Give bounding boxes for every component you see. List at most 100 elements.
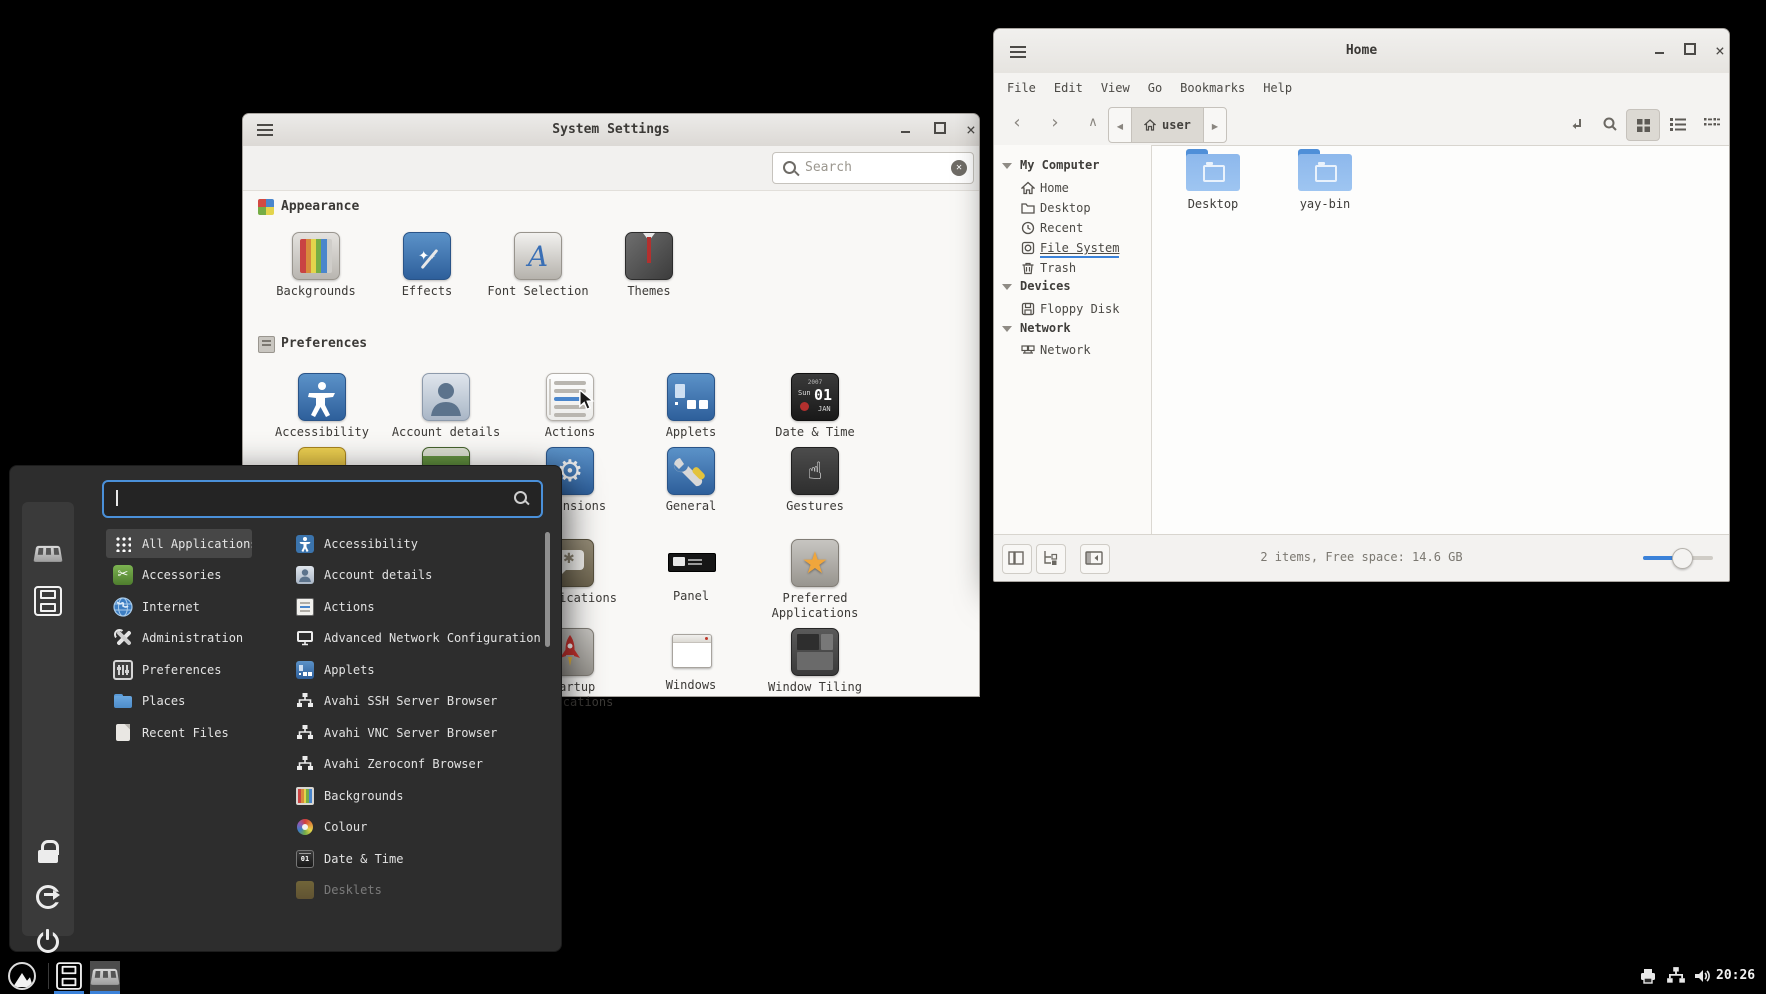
zoom-slider-track[interactable] (1643, 556, 1713, 560)
date-time-icon: 2007 Sun 01 JAN (791, 373, 839, 421)
app-date-time[interactable]: 01 Date & Time (296, 844, 403, 873)
menu-search-input[interactable] (102, 480, 543, 518)
window-tiling-icon (791, 628, 839, 676)
general-icon (667, 447, 715, 495)
section-collapse-icon[interactable] (1002, 326, 1012, 332)
sidebar-item-file-system[interactable]: File System (1040, 241, 1119, 258)
files-minimize-button[interactable] (1650, 42, 1668, 60)
sidebar-item-network[interactable]: Network (1040, 343, 1091, 357)
network-tray-icon[interactable] (1666, 966, 1686, 990)
files-maximize-button[interactable] (1681, 42, 1699, 60)
zoom-slider-handle[interactable] (1672, 548, 1693, 569)
sidebar-item-home[interactable]: Home (1040, 181, 1069, 195)
minimize-button[interactable] (896, 121, 914, 139)
breadcrumb-user-button[interactable]: user (1131, 108, 1204, 142)
sidebar-item-trash[interactable]: Trash (1040, 261, 1076, 275)
settings-tile-windows[interactable]: Windows (636, 628, 746, 693)
taskbar-settings-window-button[interactable] (90, 961, 120, 991)
up-button[interactable]: ∧ (1076, 107, 1110, 141)
places-folder-icon (113, 691, 133, 711)
menu-scrollbar-thumb[interactable] (545, 532, 550, 647)
category-all-applications[interactable]: All Applications (106, 529, 252, 558)
app-colour[interactable]: Colour (296, 812, 367, 841)
toggle-location-entry-icon[interactable] (1560, 109, 1592, 139)
settings-tile-effects[interactable]: ✦✦ Effects (372, 232, 482, 299)
settings-tile-applets[interactable]: Applets (636, 373, 746, 440)
menu-button[interactable] (8, 962, 36, 990)
settings-tile-backgrounds[interactable]: Backgrounds (261, 232, 371, 299)
file-item-yay-bin[interactable]: yay-bin (1270, 149, 1380, 211)
settings-tile-accessibility[interactable]: Accessibility (267, 373, 377, 440)
menu-bookmarks[interactable]: Bookmarks (1171, 77, 1254, 99)
app-actions[interactable]: Actions (296, 592, 375, 621)
settings-search-input[interactable]: Search ✕ (772, 152, 974, 184)
files-search-icon[interactable] (1594, 109, 1626, 139)
settings-tile-window-tiling[interactable]: Window Tiling (760, 628, 870, 695)
category-internet[interactable]: Internet (106, 592, 252, 621)
settings-tile-general[interactable]: General (636, 447, 746, 514)
sidebar-header-network: Network (1020, 321, 1071, 335)
maximize-button[interactable] (931, 121, 949, 139)
settings-tile-account-details[interactable]: Account details (391, 373, 501, 440)
app-accessibility[interactable]: Accessibility (296, 529, 418, 558)
settings-tile-actions[interactable]: Actions (515, 373, 625, 440)
settings-tile-themes[interactable]: Themes (594, 232, 704, 299)
compact-view-button[interactable] (1696, 109, 1728, 139)
settings-tile-panel[interactable]: Panel (636, 539, 746, 604)
close-button[interactable]: × (962, 121, 980, 139)
breadcrumb-left-icon[interactable]: ◂ (1109, 108, 1131, 142)
panel-icon (668, 539, 714, 585)
app-backgrounds[interactable]: Backgrounds (296, 781, 403, 810)
app-avahi-zeroconf-browser[interactable]: Avahi Zeroconf Browser (296, 749, 483, 778)
menu-edit[interactable]: Edit (1045, 77, 1092, 99)
forward-button[interactable]: › (1038, 107, 1072, 141)
section-collapse-icon[interactable] (1002, 284, 1012, 290)
sidebar-item-floppy-disk[interactable]: Floppy Disk (1040, 302, 1119, 316)
category-administration[interactable]: Administration (106, 623, 252, 652)
grid-view-button[interactable] (1626, 109, 1660, 141)
shutdown-button[interactable] (22, 929, 74, 953)
logout-button[interactable] (22, 884, 74, 908)
volume-tray-icon[interactable] (1692, 966, 1712, 990)
files-toolbar: ‹ › ∧ ◂ user ▸ (994, 103, 1729, 146)
breadcrumb-right-icon[interactable]: ▸ (1204, 108, 1226, 142)
section-collapse-icon[interactable] (1002, 163, 1012, 169)
lock-screen-button[interactable] (22, 840, 74, 864)
settings-launcher-icon[interactable] (22, 544, 74, 562)
app-applets[interactable]: Applets (296, 655, 375, 684)
settings-tile-gestures[interactable]: ☝ Gestures (760, 447, 870, 514)
settings-titlebar[interactable]: System Settings × (243, 114, 979, 147)
app-avahi-vnc-server-browser[interactable]: Avahi VNC Server Browser (296, 718, 497, 747)
taskbar-files-window-button[interactable] (54, 961, 84, 991)
settings-tile-date-time[interactable]: 2007 Sun 01 JAN Date & Time (760, 373, 870, 440)
clock[interactable]: 20:26 (1716, 968, 1755, 983)
printer-tray-icon[interactable] (1638, 966, 1658, 990)
category-recent-files[interactable]: Recent Files (106, 718, 252, 747)
folder-icon (1186, 149, 1240, 191)
file-item-desktop[interactable]: Desktop (1158, 149, 1268, 211)
sidebar-item-recent[interactable]: Recent (1040, 221, 1083, 235)
sidebar-item-desktop[interactable]: Desktop (1040, 201, 1091, 215)
list-view-button[interactable] (1662, 109, 1694, 139)
menu-help[interactable]: Help (1254, 77, 1301, 99)
menu-view[interactable]: View (1092, 77, 1139, 99)
internet-globe-icon (113, 597, 133, 617)
sidebar-header-devices: Devices (1020, 279, 1071, 293)
clear-search-icon[interactable]: ✕ (951, 160, 967, 176)
category-preferences[interactable]: Preferences (106, 655, 252, 684)
files-titlebar[interactable]: Home × (994, 29, 1729, 74)
menu-go[interactable]: Go (1139, 77, 1171, 99)
settings-tile-font-selection[interactable]: A Font Selection (483, 232, 593, 299)
app-avahi-ssh-server-browser[interactable]: Avahi SSH Server Browser (296, 686, 497, 715)
category-accessories[interactable]: ✂ Accessories (106, 560, 252, 589)
category-places[interactable]: Places (106, 686, 252, 715)
files-close-button[interactable]: × (1711, 42, 1729, 60)
app-desklets[interactable]: Desklets (296, 875, 382, 904)
search-placeholder: Search (805, 160, 852, 175)
back-button[interactable]: ‹ (1000, 107, 1034, 141)
app-advanced-network-configuration[interactable]: Advanced Network Configuration (296, 623, 541, 652)
settings-tile-preferred-applications[interactable]: ★ Preferred Applications (760, 539, 870, 621)
app-account-details[interactable]: Account details (296, 560, 432, 589)
menu-file[interactable]: File (998, 77, 1045, 99)
files-launcher-icon[interactable] (22, 586, 74, 616)
